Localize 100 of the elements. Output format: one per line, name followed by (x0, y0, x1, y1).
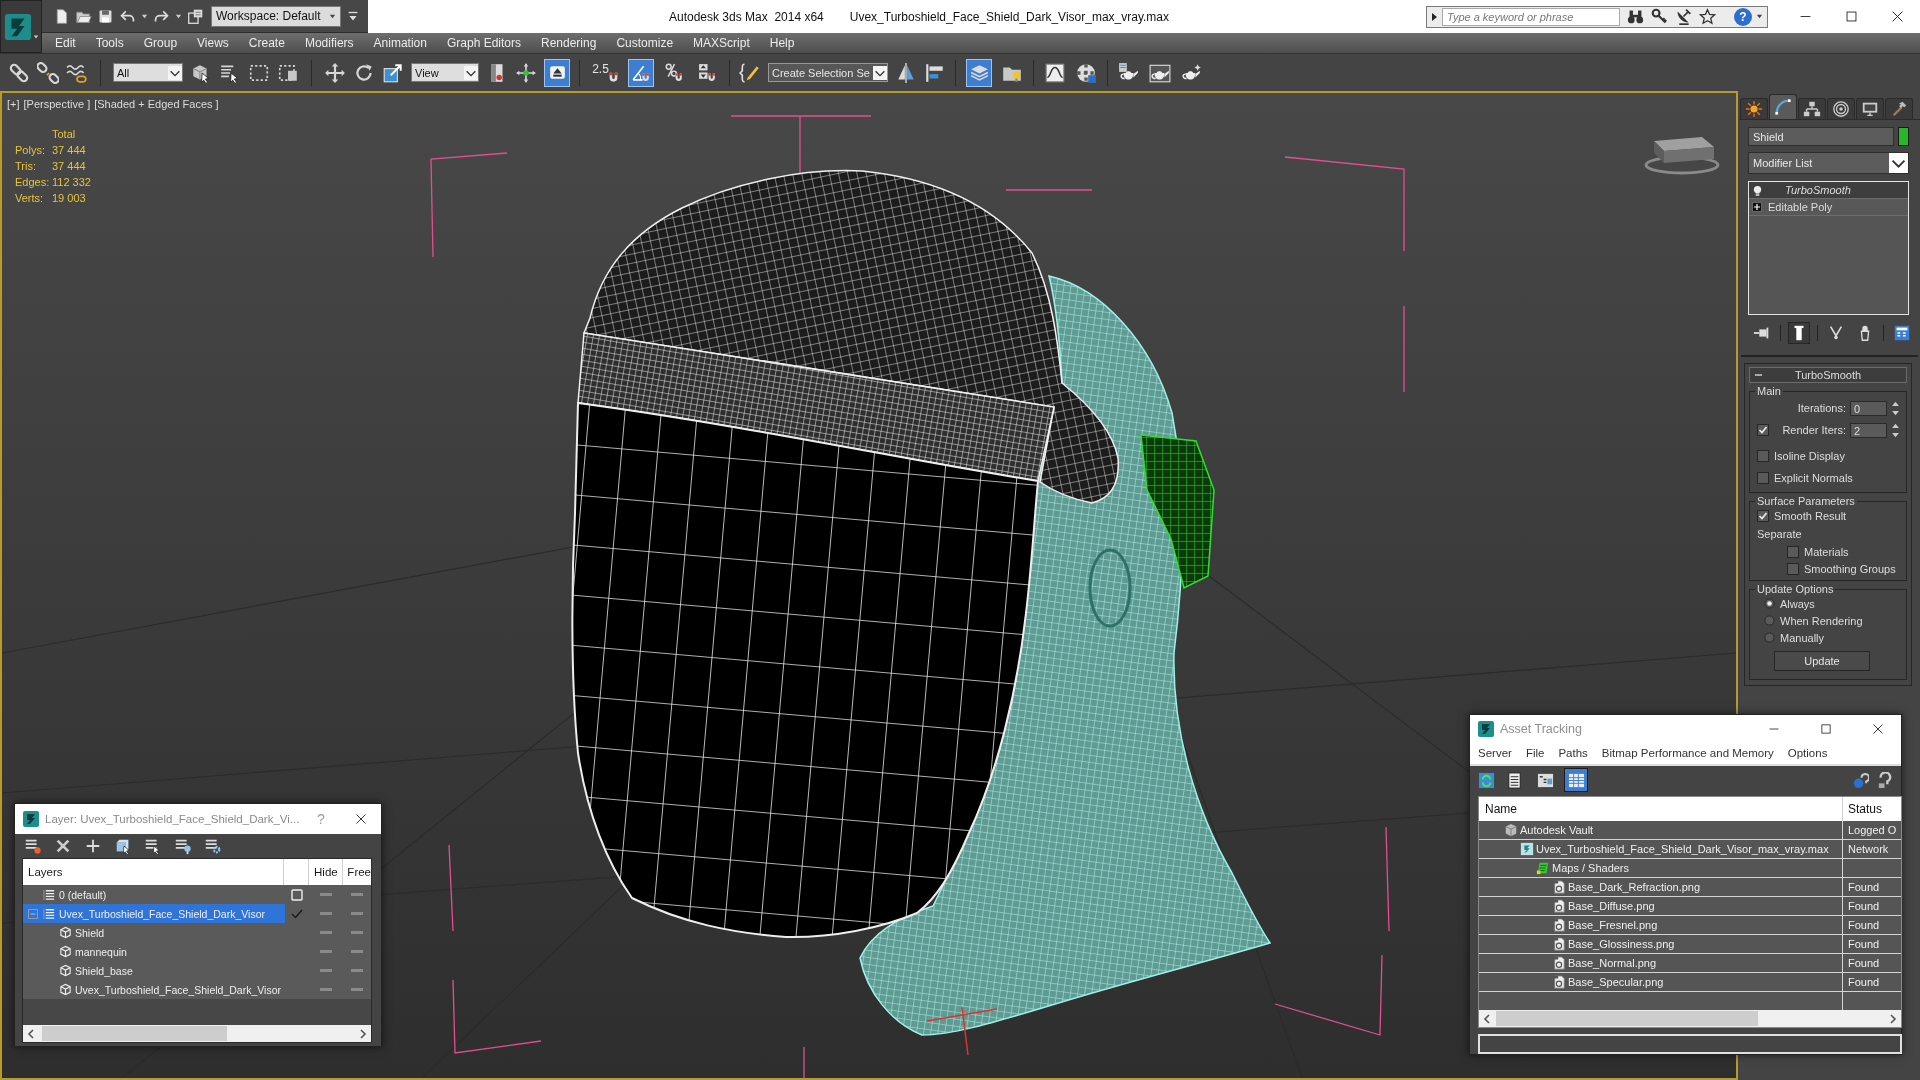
expand-arrow-icon[interactable] (1430, 11, 1438, 22)
menu-item[interactable]: MAXScript (683, 33, 760, 53)
modifier-stack-item[interactable]: Editable Poly (1749, 199, 1908, 216)
help-icon[interactable] (1876, 771, 1893, 789)
manipulate-icon[interactable] (515, 61, 537, 84)
rollout-header[interactable]: TurboSmooth (1749, 367, 1907, 383)
coordinate-system-dropdown[interactable]: View (411, 63, 479, 82)
project-folder-icon[interactable] (187, 7, 204, 25)
command-panel-tab[interactable] (1798, 98, 1826, 119)
pillar-icon[interactable] (1788, 322, 1810, 344)
scrollbar-thumb[interactable] (1496, 1011, 1758, 1026)
mannequin-head[interactable] (859, 275, 1271, 1036)
command-panel-tab[interactable] (1827, 98, 1855, 119)
expand-icon[interactable] (1752, 202, 1762, 212)
viewport-label-menu[interactable]: [Shaded + Edged Faces ] (94, 98, 219, 110)
layers-cursor-icon[interactable] (144, 837, 162, 855)
scale-icon[interactable] (382, 61, 404, 84)
menu-item[interactable]: Views (187, 33, 239, 53)
caret-icon[interactable] (175, 12, 182, 20)
modifier-stack-item[interactable]: TurboSmooth (1749, 182, 1908, 199)
layers-bulb-icon[interactable] (174, 837, 192, 855)
command-panel-tab[interactable] (1856, 98, 1884, 119)
helmet-shell[interactable] (583, 169, 1120, 504)
application-menu-button[interactable] (0, 0, 42, 53)
asset-row[interactable]: Base_Glossiness.png Found (1479, 935, 1901, 954)
help-globe-icon[interactable] (1852, 771, 1869, 789)
move-icon[interactable] (324, 61, 346, 84)
workspace-dropdown[interactable]: Workspace: Default (211, 5, 341, 27)
update-button[interactable]: Update (1774, 651, 1870, 671)
asset-row[interactable]: Base_Normal.png Found (1479, 954, 1901, 973)
asset-row[interactable]: Autodesk Vault Logged O (1479, 821, 1901, 840)
layers-gear-icon[interactable] (204, 837, 222, 855)
checkbox[interactable] (1787, 545, 1799, 558)
checkbox[interactable] (1757, 509, 1769, 522)
menu-item[interactable]: Help (759, 33, 805, 53)
chain-link-icon[interactable] (8, 61, 30, 84)
command-panel-tab[interactable] (1885, 98, 1913, 119)
cross-icon[interactable] (54, 837, 72, 855)
plus-icon[interactable] (84, 837, 102, 855)
checker-sphere-icon[interactable] (1075, 61, 1097, 84)
named-selection-dropdown[interactable]: Create Selection Se (768, 63, 888, 82)
face-shield-visor[interactable] (571, 402, 1039, 938)
checkbox[interactable] (1787, 562, 1799, 575)
horizontal-scrollbar[interactable] (23, 1025, 371, 1042)
radio-button[interactable] (1764, 598, 1775, 609)
help-button[interactable]: ? (1734, 7, 1752, 26)
asset-row[interactable]: Uvex_Turboshield_Face_Shield_Dark_Visor_max_vray.max Network (1479, 840, 1901, 859)
layers-dot-icon[interactable] (24, 837, 42, 855)
object-color-swatch[interactable] (1898, 127, 1909, 146)
column-header[interactable]: Free (343, 859, 371, 885)
asset-row[interactable]: Base_Fresnel.png Found (1479, 916, 1901, 935)
snaps-toggle[interactable]: 2.5 (589, 58, 621, 87)
layer-row[interactable]: Uvex_Turboshield_Face_Shield_Dark_Visor (23, 904, 371, 923)
spinner-field[interactable]: 2 (1850, 422, 1887, 438)
menu-item[interactable]: Graph Editors (436, 33, 531, 53)
empty-box-icon[interactable] (290, 887, 304, 902)
menu-item[interactable]: File (1518, 747, 1552, 759)
layers-toggle[interactable] (966, 58, 992, 87)
keyboard-shortcut-toggle[interactable] (544, 58, 570, 87)
viewport-label-menu[interactable]: [Perspective ] (23, 98, 91, 110)
checkbox[interactable] (1757, 424, 1769, 436)
menu-item[interactable]: Options (1780, 747, 1835, 759)
key-icon[interactable] (1651, 8, 1668, 25)
spinner-field[interactable]: 0 (1850, 400, 1887, 416)
scrollbar-thumb[interactable] (42, 1026, 227, 1041)
rotate-icon[interactable] (353, 61, 375, 84)
asset-row[interactable]: Maps / Shaders (1479, 859, 1901, 878)
star-icon[interactable] (1699, 8, 1716, 25)
caret-icon[interactable] (1756, 13, 1763, 20)
checkbox[interactable] (1757, 472, 1769, 484)
refresh-icon[interactable] (1478, 771, 1495, 789)
menu-item[interactable]: Modifiers (294, 33, 364, 53)
asset-row[interactable]: Base_Specular.png Found (1479, 973, 1901, 992)
radio-button[interactable] (1764, 615, 1775, 626)
transform-gizmo[interactable] (926, 1006, 998, 1056)
menu-item[interactable]: Animation (363, 33, 437, 53)
menu-item[interactable]: Create (238, 33, 295, 53)
curve-graph-icon[interactable] (1044, 61, 1066, 84)
brace-pencil-icon[interactable] (739, 61, 761, 84)
asset-row[interactable]: Base_Diffuse.png Found (1479, 897, 1901, 916)
caret-icon[interactable] (141, 12, 148, 20)
asset-row[interactable]: Base_Dark_Refraction.png Found (1479, 878, 1901, 897)
view-mode-button[interactable] (1564, 768, 1588, 792)
mirror-icon[interactable] (895, 61, 917, 84)
horizontal-scrollbar[interactable] (1479, 1010, 1901, 1027)
command-panel-tab[interactable] (1740, 98, 1768, 119)
column-header[interactable]: Status (1843, 797, 1901, 821)
cube-cursor-icon[interactable] (114, 837, 132, 855)
layer-row[interactable]: 0 (default) (23, 885, 371, 904)
menu-item[interactable]: Paths (1551, 747, 1595, 759)
menu-item[interactable]: Server (1471, 747, 1519, 759)
menu-item[interactable]: Customize (606, 33, 684, 53)
satellite-dish-icon[interactable] (1675, 8, 1692, 25)
menu-item[interactable]: Group (133, 33, 188, 53)
checkbox[interactable] (1757, 450, 1769, 462)
head-strap[interactable] (1140, 434, 1215, 590)
viewport-label-menu[interactable]: [+] (7, 98, 20, 110)
menu-item[interactable]: Tools (85, 33, 134, 53)
binoculars-icon[interactable] (1627, 8, 1644, 25)
spinner-arrows-icon[interactable] (1891, 400, 1900, 416)
